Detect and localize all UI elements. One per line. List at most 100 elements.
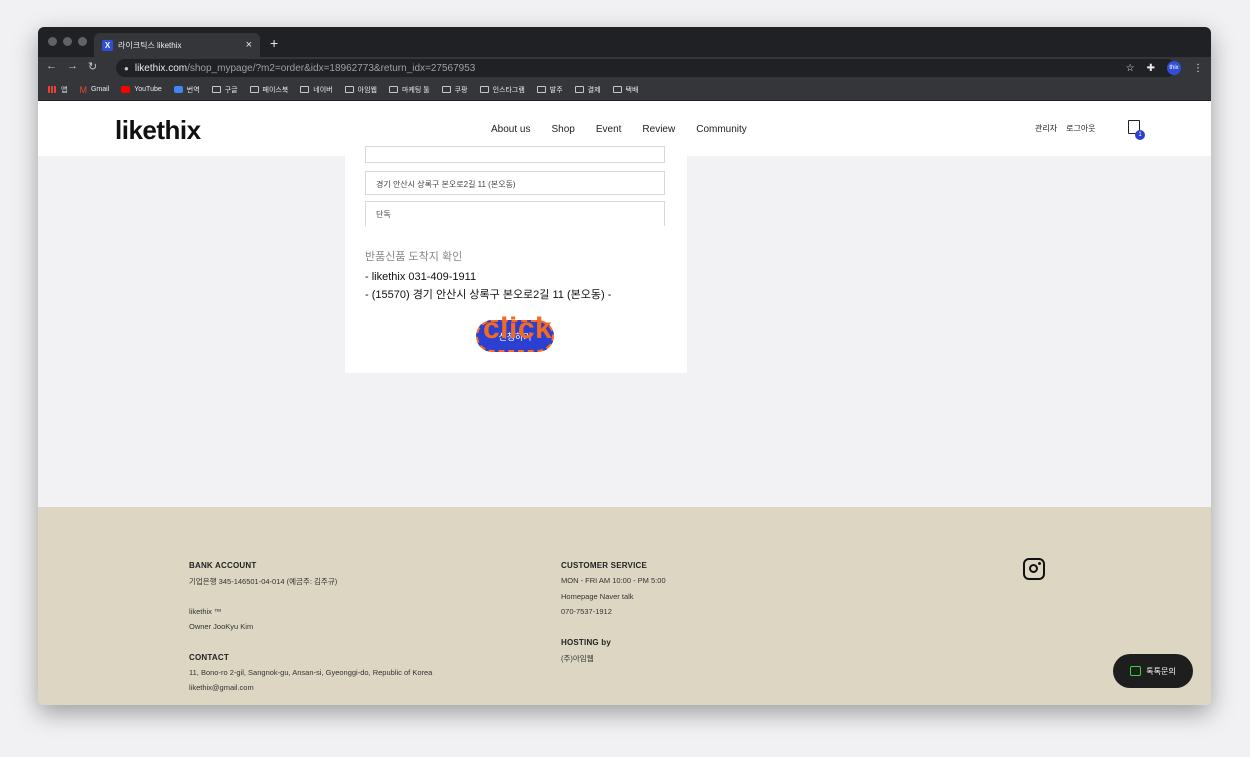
bookmark-label: 결제 xyxy=(587,86,601,94)
minimize-window-button[interactable] xyxy=(63,37,72,46)
folder-icon xyxy=(249,86,259,93)
site-footer: BANK ACCOUNT 기업은행 345-146501-04-014 (예금주… xyxy=(38,507,1211,705)
menu-kebab-icon[interactable]: ⋮ xyxy=(1193,63,1203,74)
bookmark-label: 구글 xyxy=(224,86,238,94)
bookmarks-bar: 앱 M Gmail YouTube 번역 구글 페이스북 네이버 아임웹 마케팅 툴 쿠팡 인스타그램… xyxy=(38,79,1211,101)
bookmark-item[interactable]: 결제 xyxy=(574,85,601,95)
back-arrow-icon[interactable]: ← xyxy=(46,60,57,73)
nav-review[interactable]: Review xyxy=(642,124,675,135)
folder-icon xyxy=(479,86,489,93)
browser-window: X 라이크틱스 likethix × + ← → ↻ ● likethix.co… xyxy=(38,27,1211,705)
bookmark-label: 인스타그램 xyxy=(492,86,525,94)
return-contact-line: - likethix 031-409-1911 xyxy=(365,271,477,283)
bookmark-item[interactable]: 앱 xyxy=(48,85,67,95)
folder-icon xyxy=(574,86,584,93)
cs-phone: 070-7537-1912 xyxy=(561,607,612,616)
cart-count-badge: 1 xyxy=(1135,130,1145,140)
bookmark-label: 페이스북 xyxy=(262,86,289,94)
logout-link[interactable]: 로그아웃 xyxy=(1066,123,1095,134)
nav-shop[interactable]: Shop xyxy=(551,124,574,135)
translate-icon xyxy=(173,86,183,93)
address-detail-field[interactable]: 단독 xyxy=(365,201,665,226)
footer-service-column: CUSTOMER SERVICE MON - FRI AM 10:00 - PM… xyxy=(561,561,666,668)
bookmark-item[interactable]: 발주 xyxy=(536,85,563,95)
bookmark-label: 아임웹 xyxy=(357,86,377,94)
bookmark-star-icon[interactable]: ☆ xyxy=(1126,63,1135,74)
tab-strip: X 라이크틱스 likethix × + xyxy=(38,27,1211,57)
bookmark-label: 앱 xyxy=(61,86,68,94)
bank-account-info: 기업은행 345-146501-04-014 (예금주: 김주규) xyxy=(189,577,338,586)
tab-title: 라이크틱스 likethix xyxy=(118,40,182,50)
site-favicon-icon: X xyxy=(102,39,113,51)
talk-inquiry-button[interactable]: 톡톡문의 xyxy=(1113,654,1193,688)
gmail-icon: M xyxy=(79,84,87,95)
contact-heading: CONTACT xyxy=(189,652,229,662)
folder-icon xyxy=(388,86,398,93)
folder-icon xyxy=(300,86,310,93)
bookmark-label: 택배 xyxy=(625,86,639,94)
folder-icon xyxy=(441,86,451,93)
extension-thix-icon[interactable]: thix xyxy=(1167,61,1181,75)
lock-icon: ● xyxy=(124,63,129,73)
youtube-icon xyxy=(121,86,131,93)
apps-grid-icon xyxy=(48,86,57,93)
bookmark-item[interactable]: 택배 xyxy=(612,85,639,95)
bookmark-item[interactable]: 마케팅 툴 xyxy=(388,85,430,95)
contact-address: 11, Bono-ro 2-gil, Sangnok-gu, Ansan-si,… xyxy=(189,667,433,677)
folder-icon xyxy=(536,86,546,93)
owner-name: Owner JooKyu Kim xyxy=(189,622,254,631)
instagram-icon[interactable] xyxy=(1023,558,1045,580)
hosting-company[interactable]: (주)아임웹 xyxy=(561,653,666,669)
url-path: /shop_mypage/?m2=order&idx=18962773&retu… xyxy=(187,62,476,74)
maximize-window-button[interactable] xyxy=(78,37,87,46)
nav-about-us[interactable]: About us xyxy=(491,124,530,135)
cs-naver-talk[interactable]: Homepage Naver talk xyxy=(561,592,666,608)
folder-icon xyxy=(211,86,221,93)
close-window-button[interactable] xyxy=(48,37,57,46)
bookmark-label: 발주 xyxy=(549,86,563,94)
bookmark-item[interactable]: 번역 xyxy=(173,85,200,95)
bookmark-label: 마케팅 툴 xyxy=(401,86,430,94)
bookmark-item[interactable]: 아임웹 xyxy=(344,85,377,95)
reload-icon[interactable]: ↻ xyxy=(88,60,97,73)
nav-community[interactable]: Community xyxy=(696,124,747,135)
bookmark-item[interactable]: 쿠팡 xyxy=(441,85,468,95)
address-bar[interactable]: ● likethix.com /shop_mypage/?m2=order&id… xyxy=(116,59,1176,77)
folder-icon xyxy=(344,86,354,93)
talk-inquiry-label: 톡톡문의 xyxy=(1146,666,1176,676)
extensions-puzzle-icon[interactable]: ✚ xyxy=(1147,63,1155,74)
main-nav: About us Shop Event Review Community xyxy=(491,124,747,135)
window-controls xyxy=(48,37,87,46)
bookmark-label: 네이버 xyxy=(313,86,333,94)
address-field-top[interactable] xyxy=(365,146,665,163)
bookmark-item[interactable]: 인스타그램 xyxy=(479,85,525,95)
bookmark-item[interactable]: YouTube xyxy=(121,86,162,93)
nav-event[interactable]: Event xyxy=(596,124,622,135)
bookmark-item[interactable]: M Gmail xyxy=(79,85,109,95)
address-toolbar: ← → ↻ ● likethix.com /shop_mypage/?m2=or… xyxy=(38,57,1211,79)
bookmark-label: 번역 xyxy=(186,86,200,94)
bookmark-label: YouTube xyxy=(134,86,162,93)
browser-tab[interactable]: X 라이크틱스 likethix × xyxy=(94,33,260,57)
bank-account-heading: BANK ACCOUNT xyxy=(189,561,257,570)
footer-company-column: BANK ACCOUNT 기업은행 345-146501-04-014 (예금주… xyxy=(189,561,432,699)
return-address-line: - (15570) 경기 안산시 상록구 본오로2길 11 (본오동) - xyxy=(365,289,612,301)
forward-arrow-icon[interactable]: → xyxy=(67,60,78,73)
new-tab-button[interactable]: + xyxy=(270,35,278,51)
bookmark-item[interactable]: 네이버 xyxy=(300,85,333,95)
admin-link[interactable]: 관리자 xyxy=(1035,123,1057,134)
bookmark-label: 쿠팡 xyxy=(454,86,468,94)
user-nav: 관리자 로그아웃 xyxy=(1035,123,1096,134)
bookmark-item[interactable]: 페이스북 xyxy=(249,85,289,95)
bookmark-label: Gmail xyxy=(90,86,110,93)
bookmark-item[interactable]: 구글 xyxy=(211,85,238,95)
return-destination-heading: 반품신품 도착지 확인 xyxy=(365,251,463,263)
contact-email[interactable]: likethix@gmail.com xyxy=(189,683,432,699)
cs-hours: MON - FRI AM 10:00 - PM 5:00 xyxy=(561,576,666,585)
hosting-heading: HOSTING by xyxy=(561,637,612,647)
site-viewport: likethix About us Shop Event Review Comm… xyxy=(38,102,1211,705)
address-field[interactable]: 경기 안산시 상록구 본오로2길 11 (본오동) xyxy=(365,171,665,195)
site-logo[interactable]: likethix xyxy=(115,115,201,146)
folder-icon xyxy=(612,86,622,93)
tab-close-icon[interactable]: × xyxy=(246,39,252,51)
